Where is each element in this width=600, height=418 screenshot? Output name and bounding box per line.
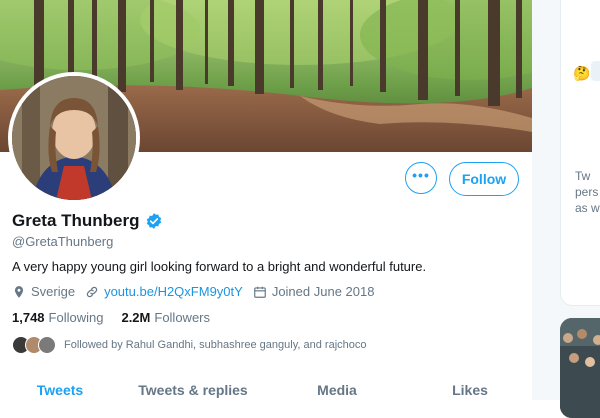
follow-button[interactable]: Follow: [449, 162, 519, 196]
profile-avatar[interactable]: [8, 72, 140, 204]
more-icon: •••: [412, 167, 430, 183]
right-sidebar: 🤔 Tw pers as we: [532, 0, 600, 418]
profile-tabs: Tweets Tweets & replies Media Likes: [0, 372, 532, 400]
followers-stat[interactable]: 2.2M Followers: [121, 310, 210, 325]
tab-likes[interactable]: Likes: [408, 372, 532, 400]
tab-tweets-replies[interactable]: Tweets & replies: [120, 372, 266, 400]
location-item: Sverige: [12, 284, 75, 299]
sidebar-snippet-line: as we: [575, 201, 600, 215]
profile-stats: 1,748 Following 2.2M Followers: [12, 310, 228, 325]
followed-by-avatars: [12, 336, 56, 354]
avatar-photo: [12, 76, 136, 200]
profile-name-row: Greta Thunberg: [12, 211, 163, 231]
following-label: Following: [48, 310, 104, 325]
joined-text: Joined June 2018: [271, 284, 375, 299]
verified-badge-icon: [146, 213, 161, 229]
followed-by-row[interactable]: Followed by Rahul Gandhi, subhashree gan…: [12, 336, 367, 354]
following-count: 1,748: [12, 310, 45, 325]
image-thumbnail: [591, 61, 600, 81]
link-icon: [86, 286, 98, 297]
location-text: Sverige: [31, 284, 76, 299]
profile-bio: A very happy young girl looking forward …: [12, 259, 427, 274]
profile-meta: Sverige youtu.be/H2QxFM9y0tY Joined June…: [12, 284, 384, 299]
sidebar-media-card[interactable]: [560, 318, 600, 418]
calendar-icon: [253, 286, 266, 298]
followers-label: Followers: [154, 310, 210, 325]
more-options-button[interactable]: •••: [405, 162, 437, 194]
emoji-icon: 🤔: [573, 65, 591, 81]
following-stat[interactable]: 1,748 Following: [12, 310, 103, 325]
website-item[interactable]: youtu.be/H2QxFM9y0tY: [85, 284, 243, 299]
sidebar-snippet-line: pers: [575, 185, 599, 199]
followers-count: 2.2M: [121, 310, 151, 325]
sidebar-snippet-line: Tw: [575, 169, 591, 183]
location-pin-icon: [14, 285, 24, 298]
followed-by-text: Followed by Rahul Gandhi, subhashree gan…: [64, 339, 367, 351]
sidebar-card[interactable]: 🤔 Tw pers as we: [560, 0, 600, 306]
profile-name: Greta Thunberg: [12, 211, 140, 230]
profile-column: ••• Follow Greta Thunberg @GretaThunberg…: [0, 0, 533, 400]
website-link[interactable]: youtu.be/H2QxFM9y0tY: [104, 284, 243, 299]
tab-media[interactable]: Media: [266, 372, 408, 400]
avatar: [38, 336, 56, 354]
tab-tweets[interactable]: Tweets: [0, 372, 120, 400]
crowd-image: [560, 318, 600, 418]
joined-item: Joined June 2018: [253, 284, 375, 299]
profile-handle: @GretaThunberg: [12, 234, 114, 249]
